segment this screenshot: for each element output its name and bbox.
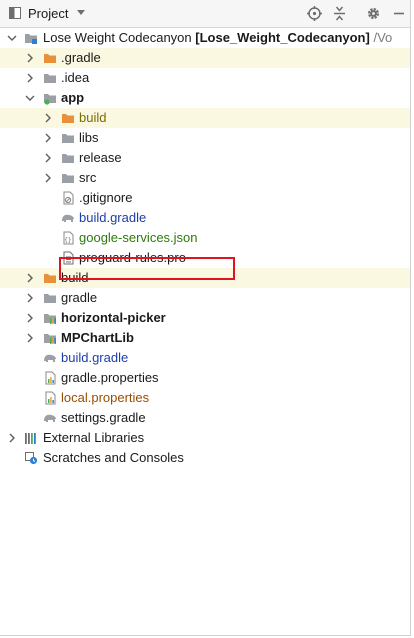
properties-file-icon xyxy=(45,371,56,385)
chevron-right-icon[interactable] xyxy=(43,113,53,123)
chevron-right-icon[interactable] xyxy=(25,313,35,323)
tree-item-idea[interactable]: .idea xyxy=(0,68,410,88)
gradle-elephant-icon xyxy=(44,354,56,362)
tree-item-settings-gradle[interactable]: settings.gradle xyxy=(0,408,410,428)
module-folder-icon xyxy=(25,34,37,44)
folder-icon xyxy=(44,294,56,303)
tree-item-label: gradle xyxy=(61,290,98,305)
gradle-elephant-icon xyxy=(44,414,56,422)
tree-item-label: gradle.properties xyxy=(61,370,159,385)
root-path: /Vo xyxy=(373,30,393,45)
tree-item-label: libs xyxy=(79,130,99,145)
tree-item-release[interactable]: release xyxy=(0,148,410,168)
chevron-right-icon[interactable] xyxy=(25,53,35,63)
collapse-all-icon[interactable] xyxy=(332,6,347,21)
tree-item-label: Scratches and Consoles xyxy=(43,450,184,465)
panel-title[interactable]: Project xyxy=(28,6,68,21)
project-panel: Project Lose Weight Codecanyon [Lose_Wei… xyxy=(0,0,411,636)
chevron-right-icon[interactable] xyxy=(43,133,53,143)
ignore-file-icon xyxy=(63,191,74,205)
gear-icon[interactable] xyxy=(366,6,381,21)
chevron-right-icon[interactable] xyxy=(25,333,35,343)
library-module-icon xyxy=(44,334,56,344)
gradle-elephant-icon xyxy=(62,214,74,222)
tree-root[interactable]: Lose Weight Codecanyon [Lose_Weight_Code… xyxy=(0,28,410,48)
tree-item-label: External Libraries xyxy=(43,430,145,445)
folder-icon xyxy=(62,134,74,143)
project-pane-icon xyxy=(9,7,21,19)
tree-item-label: build.gradle xyxy=(79,210,147,225)
minimize-icon[interactable] xyxy=(391,6,406,21)
crosshair-icon[interactable] xyxy=(307,6,322,21)
annotation-highlight-box xyxy=(59,257,235,280)
folder-icon xyxy=(62,154,74,163)
tree-item-external-libraries[interactable]: External Libraries xyxy=(0,428,410,448)
tree-item-label: google-services.json xyxy=(79,230,198,245)
tree-item-app[interactable]: app xyxy=(0,88,410,108)
tree-item-horizontal-picker[interactable]: horizontal-picker xyxy=(0,308,410,328)
tree-item-label: horizontal-picker xyxy=(61,310,166,325)
folder-icon xyxy=(62,114,74,123)
chevron-right-icon[interactable] xyxy=(7,433,17,443)
folder-icon xyxy=(44,274,56,283)
tree-item-label: build.gradle xyxy=(61,350,129,365)
tree-item-app-build-gradle[interactable]: build.gradle xyxy=(0,208,410,228)
properties-file-icon xyxy=(45,391,56,405)
folder-icon xyxy=(44,54,56,63)
tree-item-label: src xyxy=(79,170,97,185)
tree-item-label: app xyxy=(61,90,85,105)
tree-item-scratches-and-consoles[interactable]: Scratches and Consoles xyxy=(0,448,410,468)
folder-icon xyxy=(44,74,56,83)
panel-toolbar: Project xyxy=(0,0,410,28)
tree-item-gitignore[interactable]: .gitignore xyxy=(0,188,410,208)
tree-item-label: local.properties xyxy=(61,390,150,405)
json-file-icon: {} xyxy=(63,231,74,245)
tree-item-label: build xyxy=(79,110,107,125)
tree-item-gradle-properties[interactable]: gradle.properties xyxy=(0,368,410,388)
android-module-folder-icon xyxy=(44,94,56,105)
tree-item-label: settings.gradle xyxy=(61,410,146,425)
chevron-down-icon[interactable] xyxy=(7,33,17,43)
root-module-name: [Lose_Weight_Codecanyon] xyxy=(195,30,370,45)
chevron-right-icon[interactable] xyxy=(25,293,35,303)
tree-item-gradle[interactable]: gradle xyxy=(0,288,410,308)
scratches-icon xyxy=(25,452,38,465)
chevron-right-icon[interactable] xyxy=(43,153,53,163)
chevron-down-icon[interactable] xyxy=(76,9,86,17)
tree-item-label: release xyxy=(79,150,122,165)
tree-item-src[interactable]: src xyxy=(0,168,410,188)
project-tree: Lose Weight Codecanyon [Lose_Weight_Code… xyxy=(0,28,410,468)
tree-item-label: .gitignore xyxy=(79,190,133,205)
tree-item-local-properties[interactable]: local.properties xyxy=(0,388,410,408)
chevron-right-icon[interactable] xyxy=(25,73,35,83)
tree-item-label: .idea xyxy=(61,70,90,85)
tree-item-app-build[interactable]: build xyxy=(0,108,410,128)
tree-item-label: MPChartLib xyxy=(61,330,134,345)
library-module-icon xyxy=(44,314,56,324)
tree-item-root-build-gradle[interactable]: build.gradle xyxy=(0,348,410,368)
chevron-right-icon[interactable] xyxy=(43,173,53,183)
svg-text:{}: {} xyxy=(64,237,71,244)
tree-item-dot-gradle[interactable]: .gradle xyxy=(0,48,410,68)
tree-item-mpchartlib[interactable]: MPChartLib xyxy=(0,328,410,348)
chevron-down-icon[interactable] xyxy=(25,93,35,103)
folder-icon xyxy=(62,174,74,183)
tree-item-google-services-json[interactable]: {} google-services.json xyxy=(0,228,410,248)
chevron-right-icon[interactable] xyxy=(25,273,35,283)
root-project-name: Lose Weight Codecanyon xyxy=(43,30,192,45)
tree-item-libs[interactable]: libs xyxy=(0,128,410,148)
tree-item-label: .gradle xyxy=(61,50,101,65)
library-bars-icon xyxy=(25,433,36,444)
